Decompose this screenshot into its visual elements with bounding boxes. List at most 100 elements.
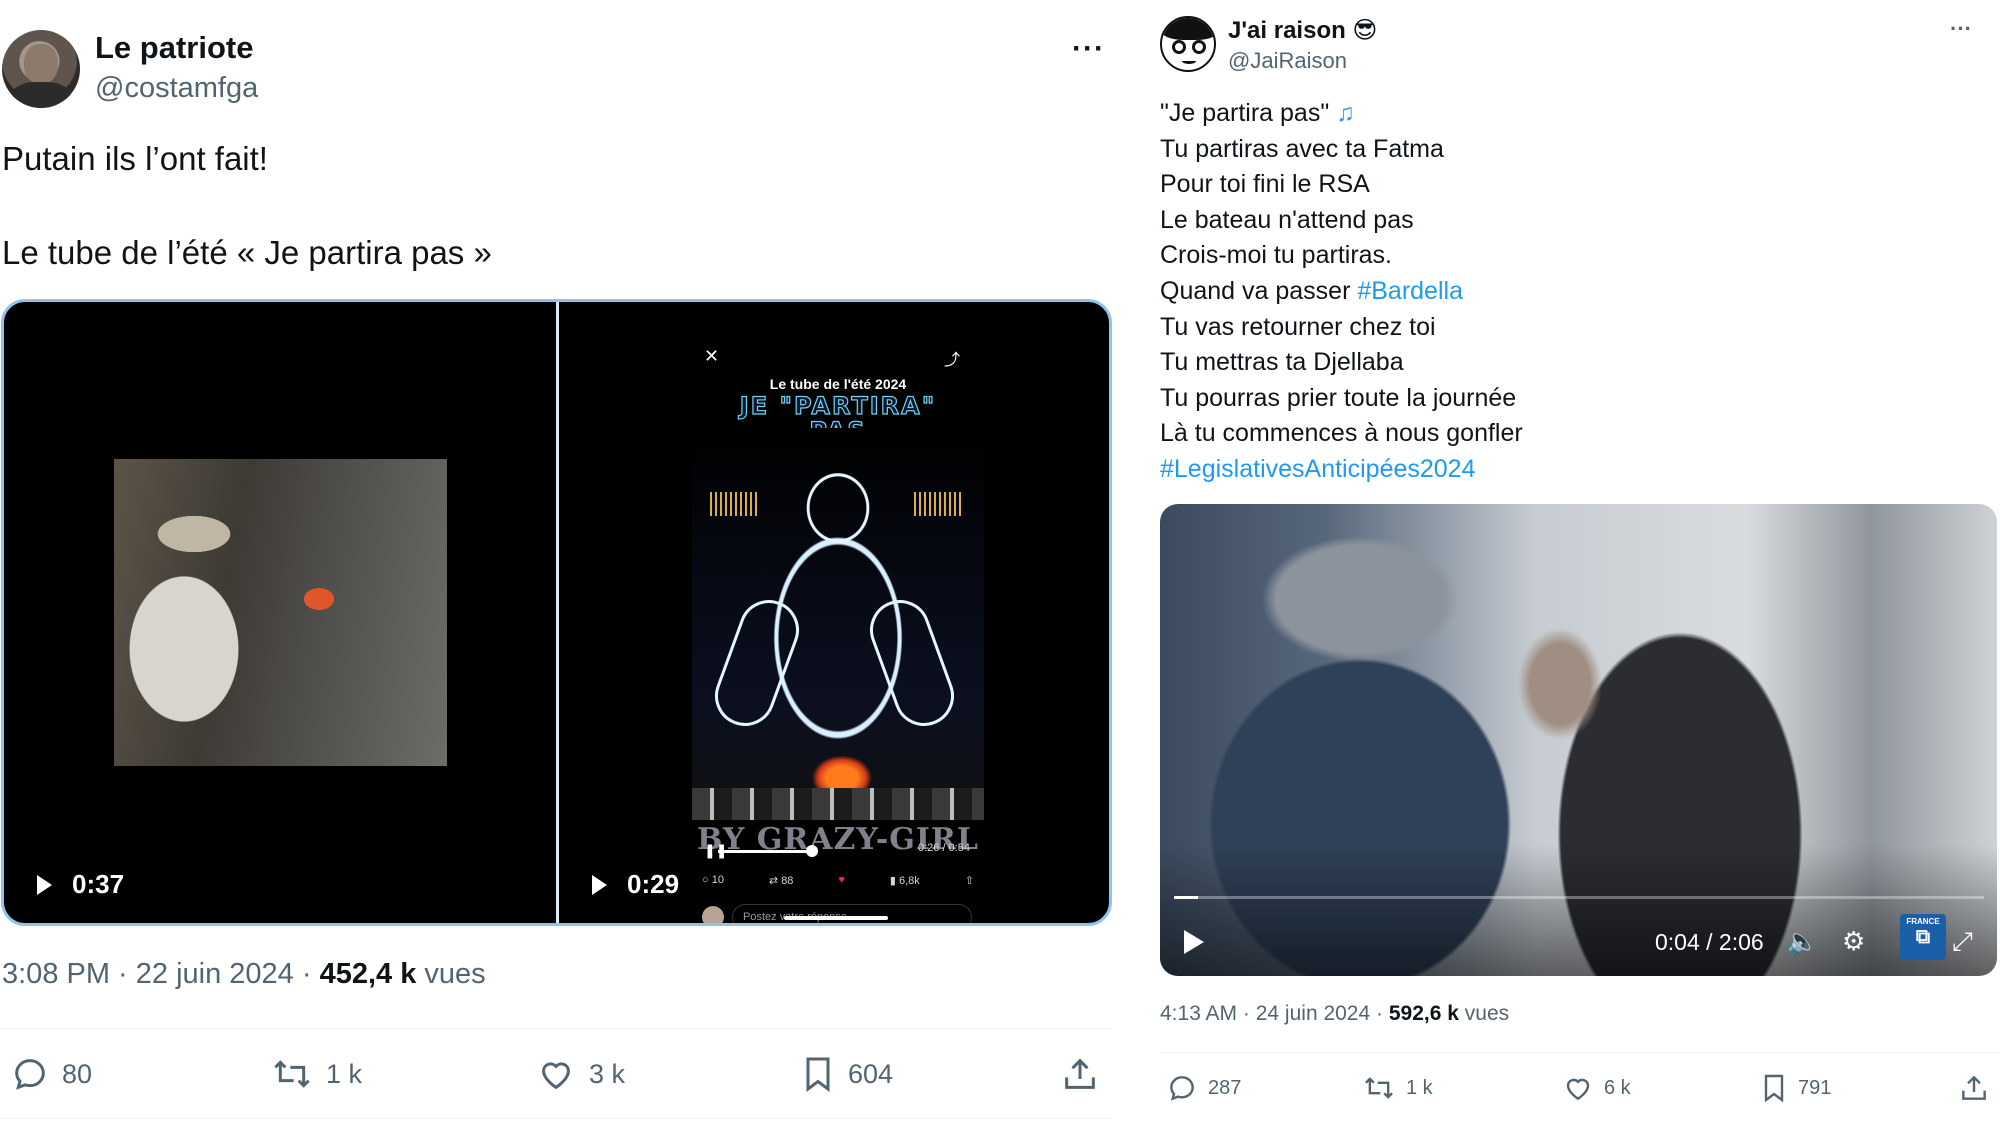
hashtag-link[interactable]: #Bardella <box>1357 277 1463 305</box>
bookmark-icon <box>806 1057 830 1092</box>
avatar[interactable] <box>1160 16 1216 72</box>
volume-icon[interactable]: 🔈 <box>1786 926 1818 957</box>
inner-replies: ○ 10 <box>702 874 724 886</box>
inner-likes-icon: ♥ <box>838 874 845 886</box>
share-icon: ⤴ <box>944 352 961 369</box>
share-button[interactable] <box>1060 1054 1100 1094</box>
repost-count: 1 k <box>326 1058 363 1089</box>
views-label: vues <box>1464 1002 1510 1025</box>
video-thumbnail[interactable]: ✕ ⤴ Le tube de l'été 2024 JE "PARTIRA" P… <box>692 342 984 923</box>
reply-icon <box>15 1059 45 1090</box>
reply-count: 287 <box>1208 1076 1242 1099</box>
repost-count: 1 k <box>1406 1076 1433 1099</box>
dj-deck <box>692 788 984 820</box>
tweet-date[interactable]: 22 juin 2024 <box>136 958 294 990</box>
share-button[interactable] <box>1958 1072 1990 1104</box>
fullscreen-icon[interactable]: ⤢ <box>1952 926 1973 958</box>
settings-gear-icon[interactable]: ⚙ <box>1842 926 1865 957</box>
tweet-text-line: Là tu commences à nous gonfler <box>1160 419 1523 448</box>
inner-views: ▮ 6,8k <box>889 875 920 887</box>
inner-reposts: ⇄ 88 <box>768 875 794 887</box>
divider <box>0 1118 1112 1119</box>
inner-time: 0:26 / 0:54 <box>918 842 970 854</box>
dj-arm-right <box>861 591 963 735</box>
more-options-icon[interactable]: ··· <box>1072 32 1105 66</box>
pip-icon[interactable]: ⧉ <box>1900 926 1946 949</box>
like-count: 3 k <box>589 1058 626 1089</box>
views-label: vues <box>424 958 486 990</box>
share-icon <box>1962 1075 1986 1100</box>
tweet-text-line: Tu mettras ta Djellaba <box>1160 348 1404 377</box>
channel-logo: FRANCE ⧉ <box>1900 914 1946 960</box>
tweet-text-line: Quand va passer #Bardella <box>1160 274 1523 310</box>
avatar-eye <box>1192 40 1206 54</box>
dj-arm-left <box>706 591 808 735</box>
hashtag-link[interactable]: #LegislativesAnticipées2024 <box>1160 452 1523 488</box>
tweet-text-line: Tu partiras avec ta Fatma <box>1160 134 1444 163</box>
repost-button[interactable]: 1 k <box>270 1054 362 1094</box>
channel-logo-text: FRANCE <box>1906 917 1940 926</box>
inner-replies-count: 10 <box>711 874 724 886</box>
reply-count: 80 <box>62 1058 93 1089</box>
repost-button[interactable]: 1 k <box>1362 1072 1433 1104</box>
video-progress-fill <box>1174 896 1199 899</box>
heart-icon <box>541 1062 571 1090</box>
music-note-icon: ♫ <box>1336 99 1355 127</box>
inner-progress-knob <box>806 845 819 857</box>
display-name[interactable]: J'ai raison 😎 <box>1228 16 1377 45</box>
poem-line: Quand va passer <box>1160 276 1358 305</box>
avatar-coat <box>10 82 72 108</box>
play-icon[interactable] <box>1184 930 1204 954</box>
divider <box>0 1028 1112 1029</box>
video-controls-shade <box>1160 844 1997 976</box>
tweet-text-line: Crois-moi tu partiras. <box>1160 241 1392 270</box>
sound-wave-icon <box>710 492 760 516</box>
handle[interactable]: @JaiRaison <box>1228 48 1347 74</box>
media-grid[interactable]: 0:37 ✕ ⤴ Le tube de l'été 2024 JE "PARTI… <box>1 299 1112 926</box>
tweet-meta: 4:13 AM · 24 juin 2024 · 592,6 k vues <box>1160 1002 1510 1025</box>
tweet-time[interactable]: 4:13 AM <box>1160 1002 1237 1025</box>
like-button[interactable]: 3 k <box>535 1054 625 1094</box>
tweet-date[interactable]: 24 juin 2024 <box>1256 1002 1370 1025</box>
home-indicator <box>784 916 888 920</box>
tweet-text-line: Putain ils l’ont fait! <box>2 140 268 177</box>
bookmark-button[interactable]: 604 <box>800 1054 893 1094</box>
video-time: 0:04 / 2:06 <box>1655 929 1764 955</box>
tweet-text-line: Tu vas retourner chez toi <box>1160 312 1436 341</box>
video-player[interactable]: 0:04 / 2:06 🔈 ⚙ FRANCE ⧉ ⤢ <box>1160 504 1997 976</box>
close-icon: ✕ <box>704 346 720 366</box>
tweet-right: J'ai raison 😎 @JaiRaison ··· "Je partira… <box>1160 0 2000 1125</box>
bookmark-icon <box>1764 1074 1784 1103</box>
reply-button[interactable]: 80 <box>10 1054 92 1094</box>
handle[interactable]: @costamfga <box>95 72 258 105</box>
views-count: 592,6 k <box>1388 1002 1459 1025</box>
play-icon[interactable] <box>37 874 52 895</box>
tweet-time[interactable]: 3:08 PM <box>2 958 110 990</box>
repost-icon <box>1365 1077 1393 1099</box>
video-thumbnail[interactable] <box>114 459 447 766</box>
dj-artwork <box>692 428 984 820</box>
avatar[interactable] <box>2 30 80 108</box>
tweet-text-line: Pour toi fini le RSA <box>1160 170 1370 199</box>
video-duration: 0:29 <box>627 869 680 899</box>
more-options-icon[interactable]: ··· <box>1950 16 1972 42</box>
display-name[interactable]: Le patriote <box>95 30 253 66</box>
bookmark-button[interactable]: 791 <box>1760 1072 1831 1104</box>
share-icon <box>1065 1058 1095 1089</box>
divider <box>1160 1052 2000 1053</box>
video-progress-bar[interactable] <box>1174 896 1984 899</box>
avatar-face <box>24 44 58 84</box>
video-play-control[interactable]: 0:29 <box>592 869 679 900</box>
inner-caption: Le tube de l'été 2024 <box>769 376 907 392</box>
inner-title-line: JE "PARTIRA" <box>739 392 937 420</box>
video-play-control[interactable]: 0:37 <box>37 869 124 900</box>
tweet-meta: 3:08 PM · 22 juin 2024 · 452,4 k vues <box>2 958 486 990</box>
reply-button[interactable]: 287 <box>1166 1072 1241 1104</box>
bookmark-count: 604 <box>848 1058 894 1089</box>
like-button[interactable]: 6 k <box>1562 1072 1631 1104</box>
tweet-text-line: Le tube de l’été « Je partira pas » <box>2 234 492 271</box>
sound-wave-icon <box>914 492 964 516</box>
avatar-eye <box>1172 40 1186 54</box>
play-icon[interactable] <box>592 874 607 895</box>
inner-progress-bar <box>718 850 813 853</box>
